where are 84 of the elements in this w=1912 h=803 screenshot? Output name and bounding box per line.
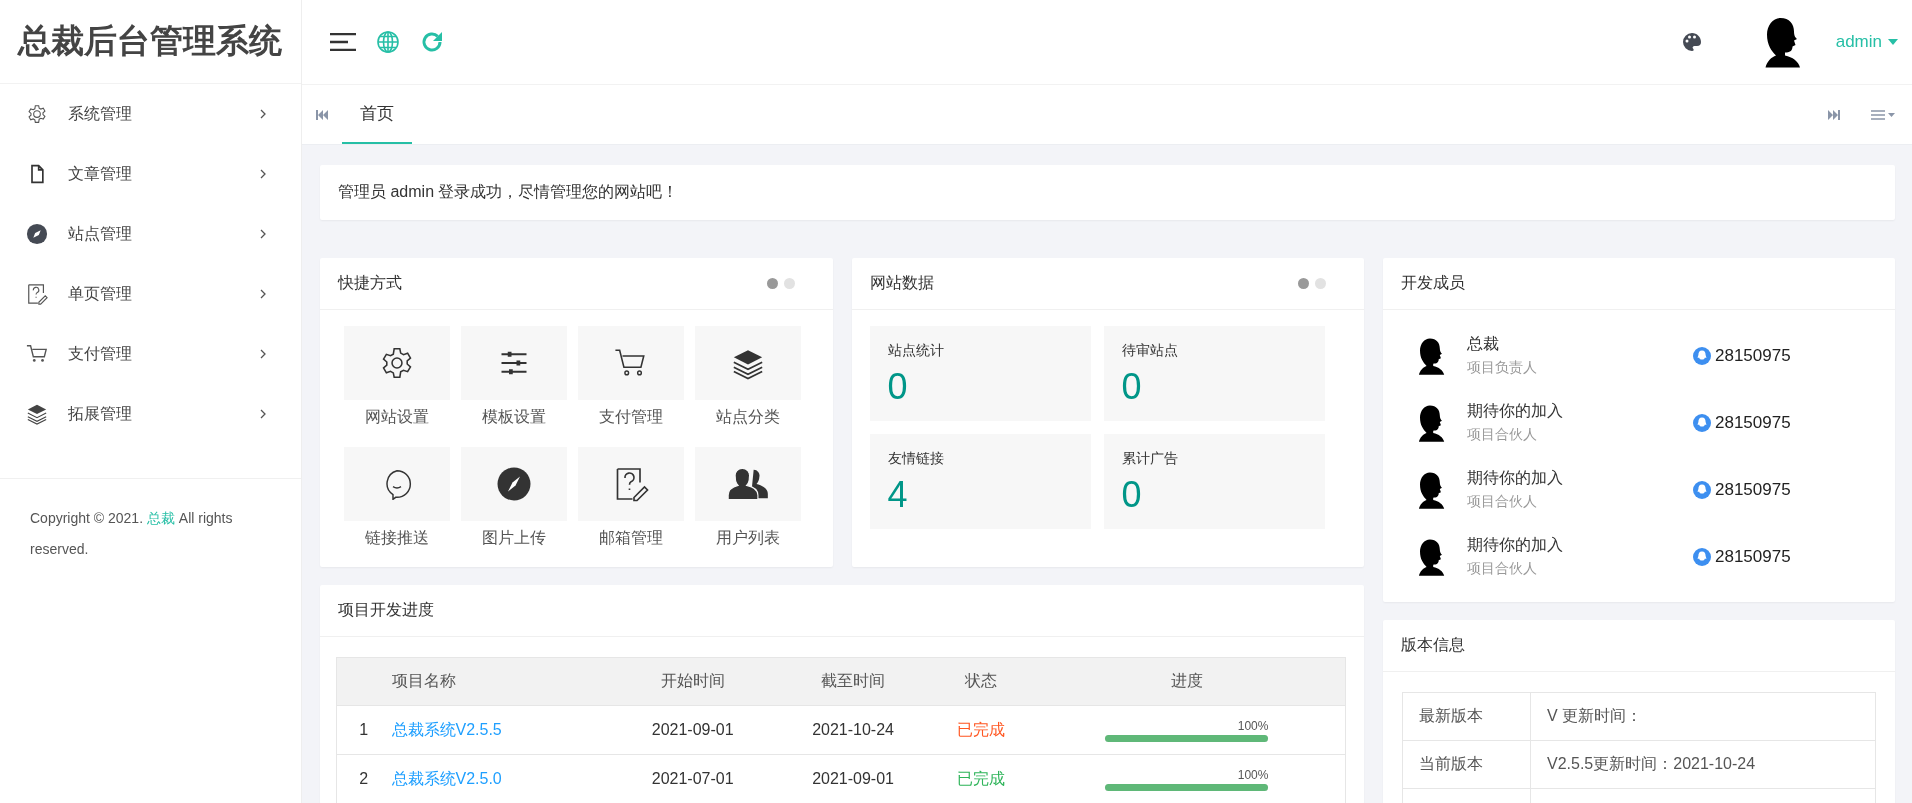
qq-number: 28150975 bbox=[1715, 345, 1791, 366]
member-name: 期待你的加入 bbox=[1467, 468, 1564, 488]
stat-value: 0 bbox=[887, 366, 909, 408]
skip-forward-icon bbox=[1828, 109, 1840, 120]
chevron-icon bbox=[260, 109, 267, 119]
stat-value: 0 bbox=[1121, 474, 1143, 516]
table-cell: 2021-09-01 bbox=[772, 754, 934, 803]
question-document-icon bbox=[26, 283, 48, 305]
column-header: 开始时间 bbox=[612, 657, 773, 706]
member-role: 项目合伙人 bbox=[1467, 560, 1538, 578]
card-title: 快捷方式 bbox=[338, 273, 403, 293]
carousel-dot[interactable] bbox=[783, 278, 795, 289]
sidebar-item[interactable]: 拓展管理 bbox=[0, 384, 301, 444]
table-cell: 1 bbox=[336, 705, 391, 755]
stat-label: 待审站点 bbox=[1121, 342, 1179, 360]
gear-icon bbox=[380, 346, 414, 380]
copyright-text: Copyright © 2021. 总裁 All rights reserved. bbox=[30, 509, 234, 559]
member-name: 期待你的加入 bbox=[1467, 401, 1564, 421]
member-role: 项目负责人 bbox=[1467, 359, 1538, 377]
member-role: 项目合伙人 bbox=[1467, 426, 1538, 444]
sidebar-item[interactable]: 站点管理 bbox=[0, 204, 301, 264]
chevron-icon bbox=[260, 229, 267, 239]
card-title: 项目开发进度 bbox=[338, 600, 435, 620]
sidebar-item[interactable]: 文章管理 bbox=[0, 144, 301, 204]
carousel-dot[interactable] bbox=[766, 278, 778, 289]
qq-number: 28150975 bbox=[1715, 479, 1791, 500]
table-cell: 2021-07-01 bbox=[612, 754, 773, 803]
sidebar-item[interactable]: 系统管理 bbox=[0, 84, 301, 144]
refresh-icon bbox=[420, 30, 444, 54]
carousel-dot[interactable] bbox=[1315, 278, 1326, 289]
caret-icon bbox=[1888, 39, 1898, 45]
card-title: 网站数据 bbox=[869, 273, 935, 293]
gear-icon bbox=[27, 104, 47, 124]
member-name: 期待你的加入 bbox=[1467, 535, 1564, 555]
skip-back-icon bbox=[316, 109, 328, 120]
sidebar-item[interactable]: 支付管理 bbox=[0, 324, 301, 384]
table-cell: 当前版本 bbox=[1402, 740, 1531, 789]
status-text: 已完成 bbox=[933, 754, 1029, 803]
sidebar-item[interactable]: 单页管理 bbox=[0, 264, 301, 324]
member-name: 总裁 bbox=[1467, 334, 1500, 354]
stat-label: 友情链接 bbox=[887, 450, 945, 468]
card-title: 版本信息 bbox=[1401, 635, 1466, 655]
app-logo-title: 总裁后台管理系统 bbox=[0, 0, 301, 84]
welcome-message: 管理员 admin 登录成功，尽情管理您的网站吧！ bbox=[338, 182, 679, 202]
chevron-icon bbox=[260, 349, 267, 359]
column-header: 项目名称 bbox=[390, 657, 613, 706]
table-cell: V 更新时间： bbox=[1530, 692, 1876, 741]
qq-number: 28150975 bbox=[1715, 546, 1791, 567]
tab[interactable]: 首页 bbox=[342, 85, 412, 144]
carousel-dot[interactable] bbox=[1298, 278, 1309, 289]
table-cell: 最新版本 bbox=[1402, 692, 1531, 741]
contact-icon bbox=[1693, 480, 1711, 499]
table-cell: 2021-10-24 bbox=[772, 705, 934, 755]
table-cell: V2.5.5更新时间：2021-10-24 bbox=[1530, 740, 1876, 789]
column-header: 截至时间 bbox=[772, 657, 934, 706]
compass-icon bbox=[496, 465, 532, 502]
contact-icon bbox=[1693, 346, 1711, 365]
table-cell: 2 bbox=[336, 754, 391, 803]
percent-label: 100% bbox=[1236, 767, 1269, 782]
stat-value: 4 bbox=[887, 474, 909, 516]
cart-icon bbox=[26, 343, 48, 365]
card-title: 开发成员 bbox=[1401, 273, 1466, 293]
layers-icon bbox=[26, 403, 48, 425]
list-caret-icon bbox=[1871, 109, 1895, 120]
chevron-icon bbox=[260, 169, 267, 179]
stat-label: 站点统计 bbox=[887, 342, 945, 360]
member-role: 项目合伙人 bbox=[1467, 493, 1538, 511]
percent-label: 100% bbox=[1236, 718, 1269, 733]
contact-icon bbox=[1693, 413, 1711, 432]
chevron-icon bbox=[260, 409, 267, 419]
column-header: 状态 bbox=[933, 657, 1029, 706]
column-header: 进度 bbox=[1028, 657, 1346, 706]
table-cell: 2021-09-01 bbox=[612, 705, 773, 755]
stat-value: 0 bbox=[1121, 366, 1143, 408]
globe-icon bbox=[376, 30, 400, 54]
menu-icon bbox=[330, 33, 356, 51]
contact-icon bbox=[1693, 547, 1711, 566]
stat-label: 累计广告 bbox=[1121, 450, 1179, 468]
chevron-icon bbox=[260, 289, 267, 299]
status-text: 已完成 bbox=[933, 705, 1029, 755]
compass-icon bbox=[26, 223, 48, 245]
palette-icon bbox=[1681, 32, 1702, 52]
users-icon bbox=[728, 466, 768, 501]
qq-number: 28150975 bbox=[1715, 412, 1791, 433]
